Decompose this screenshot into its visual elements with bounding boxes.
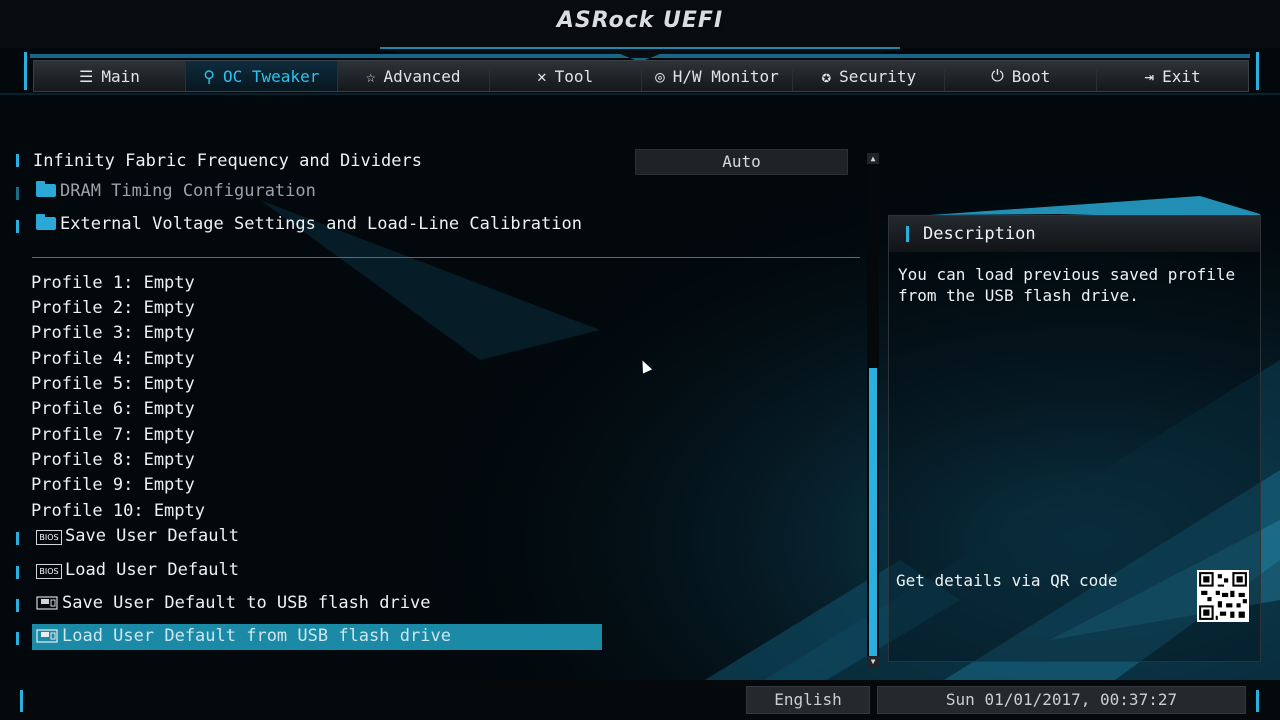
infinity-fabric-item[interactable]: Infinity Fabric Frequency and Dividers <box>33 151 422 171</box>
tab-label: Advanced <box>383 66 461 86</box>
usb-drive-icon <box>36 629 58 643</box>
datetime-display: Sun 01/01/2017, 00:37:27 <box>877 686 1246 714</box>
item-marker <box>16 187 19 200</box>
item-marker <box>16 566 19 579</box>
usb-drive-icon <box>36 596 58 610</box>
footer-edge-left <box>20 690 23 712</box>
tab-label: Boot <box>1011 66 1051 86</box>
tools-icon: ✕ <box>536 66 547 86</box>
frame-edge-right <box>1256 52 1259 90</box>
tab-label: Main <box>101 66 140 86</box>
list-icon: ☰ <box>79 66 94 86</box>
bios-chip-icon: BIOS <box>36 564 62 579</box>
tab-hw-monitor[interactable]: ◎ H/W Monitor <box>642 61 794 91</box>
description-text: You can load previous saved profile from… <box>898 265 1236 305</box>
tab-tool[interactable]: ✕ Tool <box>490 61 642 91</box>
save-usb-item[interactable]: Save User Default to USB flash drive <box>36 593 430 613</box>
tab-advanced[interactable]: ☆ Advanced <box>338 61 490 91</box>
save-user-default-label: Save User Default <box>65 526 239 546</box>
item-marker <box>16 632 19 645</box>
tab-boot[interactable]: ⏻ Boot <box>945 61 1098 91</box>
power-icon: ⏻ <box>991 66 1004 85</box>
tab-label: Security <box>839 66 917 86</box>
profile-item[interactable]: Profile 5: Empty <box>31 374 195 394</box>
dram-timing-label: DRAM Timing Configuration <box>60 181 316 201</box>
rocket-icon: ⚲ <box>203 66 215 86</box>
shield-icon: ✪ <box>821 66 832 86</box>
profile-item[interactable]: Profile 2: Empty <box>31 298 195 318</box>
qr-label: Get details via QR code <box>896 571 1118 590</box>
profile-item[interactable]: Profile 3: Empty <box>31 323 195 343</box>
load-user-default-label: Load User Default <box>65 560 239 580</box>
monitor-icon: ◎ <box>655 66 665 86</box>
profile-item[interactable]: Profile 4: Empty <box>31 349 195 369</box>
tab-main[interactable]: ☰ Main <box>34 61 186 91</box>
external-voltage-label: External Voltage Settings and Load-Line … <box>60 214 582 234</box>
brand-logo: ASRock UEFI <box>556 8 724 33</box>
tab-security[interactable]: ✪ Security <box>793 61 946 91</box>
profile-item[interactable]: Profile 9: Empty <box>31 475 195 495</box>
profile-item[interactable]: Profile 6: Empty <box>31 399 195 419</box>
load-user-default-item[interactable]: BIOS Load User Default <box>36 560 239 580</box>
external-voltage-item[interactable]: External Voltage Settings and Load-Line … <box>36 214 582 234</box>
frame-edge-left <box>24 52 27 90</box>
infinity-fabric-value[interactable]: Auto <box>635 149 848 175</box>
item-marker <box>16 599 19 612</box>
profile-item[interactable]: Profile 10: Empty <box>31 501 205 521</box>
scrollbar-thumb[interactable] <box>869 368 877 656</box>
scroll-down-arrow-icon[interactable]: ▼ <box>867 656 879 667</box>
language-selector[interactable]: English <box>746 686 870 714</box>
folder-icon <box>36 181 56 197</box>
main-nav: ☰ Main ⚲ OC Tweaker ☆ Advanced ✕ Tool ◎ H/W M… <box>33 60 1249 92</box>
tab-label: OC Tweaker <box>223 66 320 86</box>
tab-label: Exit <box>1162 66 1201 86</box>
qr-code-icon <box>1197 570 1249 622</box>
folder-icon <box>36 214 56 230</box>
tab-label: Tool <box>554 66 594 86</box>
footer-edge-right <box>1256 690 1259 712</box>
profile-item[interactable]: Profile 8: Empty <box>31 450 195 470</box>
tab-oc-tweaker[interactable]: ⚲ OC Tweaker <box>185 61 338 91</box>
item-marker <box>16 532 19 545</box>
item-marker <box>16 220 19 233</box>
item-marker <box>16 154 19 167</box>
bios-chip-icon: BIOS <box>36 530 62 545</box>
tab-exit[interactable]: ⇥ Exit <box>1097 61 1248 91</box>
star-icon: ☆ <box>365 66 376 86</box>
save-usb-label: Save User Default to USB flash drive <box>62 593 431 613</box>
exit-icon: ⇥ <box>1144 66 1155 86</box>
load-usb-label: Load User Default from USB flash drive <box>62 626 451 646</box>
profile-item[interactable]: Profile 7: Empty <box>31 425 195 445</box>
header-marker <box>906 226 909 242</box>
description-title: Description <box>923 224 1036 244</box>
scroll-up-arrow-icon[interactable]: ▲ <box>867 153 879 164</box>
tab-label: H/W Monitor <box>672 66 779 86</box>
divider <box>32 257 860 258</box>
description-header: Description <box>889 216 1260 252</box>
save-user-default-item[interactable]: BIOS Save User Default <box>36 526 239 546</box>
profile-item[interactable]: Profile 1: Empty <box>31 273 195 293</box>
load-usb-item[interactable]: Load User Default from USB flash drive <box>36 626 451 646</box>
dram-timing-item[interactable]: DRAM Timing Configuration <box>36 181 316 201</box>
